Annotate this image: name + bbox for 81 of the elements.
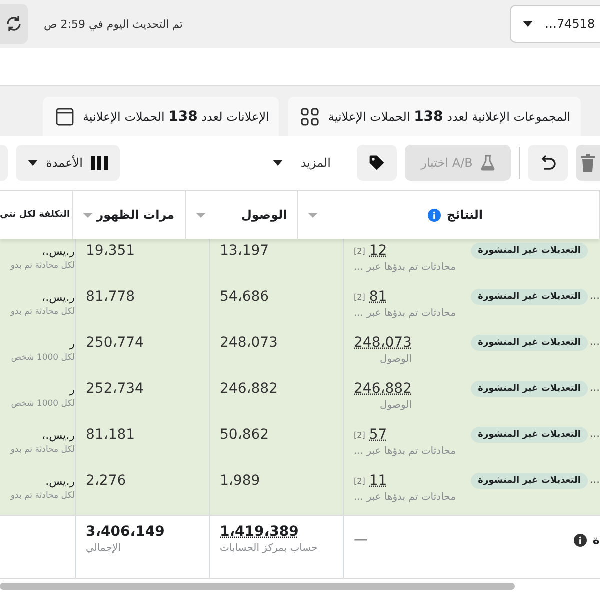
impressions-value: 19،351 — [86, 243, 136, 259]
reach-value: 246،882 — [220, 381, 278, 397]
impressions-value: 250،774 — [86, 335, 144, 351]
status-badge: التعديلات غير المنشورة — [471, 243, 588, 259]
results-value[interactable]: 57 — [369, 427, 388, 443]
total-caption: حساب بمركز الحسابات — [220, 543, 318, 554]
results-value[interactable]: 248،073 — [354, 335, 412, 351]
ad-name[interactable]: … — [588, 429, 600, 440]
last-updated-text: تم التحديث اليوم في 2:59 ص — [44, 18, 183, 30]
reach-value: 54،686 — [220, 289, 270, 305]
grid-icon — [300, 106, 320, 126]
trash-icon — [581, 154, 595, 172]
info-icon — [574, 534, 587, 546]
more-dropdown[interactable]: المزيد — [272, 156, 331, 170]
footnote-mark: [2] — [354, 476, 366, 486]
caret-icon — [28, 160, 38, 166]
reach-value: 1،989 — [220, 473, 260, 489]
caret-icon — [523, 21, 533, 27]
impressions-value: 81،181 — [86, 427, 136, 443]
total-results: — — [354, 532, 368, 548]
columns-button[interactable]: الأعمدة — [16, 145, 120, 181]
refresh-icon — [5, 15, 23, 33]
impressions-value: 81،778 — [86, 289, 136, 305]
ad-name[interactable]: … — [588, 291, 600, 302]
flask-icon — [480, 155, 495, 171]
refresh-button[interactable] — [0, 4, 28, 44]
total-label: ة — [592, 533, 600, 547]
cost-caption: لكل 1000 شخص — [11, 399, 75, 409]
cost-caption: لكل محادثة تم بدو — [10, 491, 75, 501]
ad-name[interactable]: … — [588, 475, 600, 486]
sort-caret-icon — [83, 212, 94, 218]
undo-icon — [539, 155, 557, 171]
total-impressions: 3،406،149 — [86, 524, 165, 540]
results-value[interactable]: 11 — [369, 473, 388, 489]
impressions-value: 252،734 — [86, 381, 144, 397]
results-caption: محادثات تم بدؤها عبر ... — [354, 308, 456, 319]
reach-value: 248،073 — [220, 335, 278, 351]
cost-value: ر.يس.، — [42, 245, 75, 258]
status-badge: التعديلات غير المنشورة — [471, 473, 588, 489]
scrollbar-thumb[interactable] — [0, 583, 515, 590]
cost-caption: لكل محادثة تم بدو — [10, 261, 75, 271]
results-caption: محادثات تم بدؤها عبر ... — [354, 262, 456, 273]
cost-value: ر — [70, 337, 75, 350]
reach-value: 50،862 — [220, 427, 270, 443]
results-value[interactable]: 81 — [369, 289, 388, 305]
status-badge: التعديلات غير المنشورة — [471, 381, 588, 397]
cost-value: ر.يس.، — [42, 291, 75, 304]
window-icon — [55, 106, 75, 126]
sort-caret-icon — [308, 212, 318, 218]
results-value[interactable]: 246،882 — [354, 381, 412, 397]
total-reach: 1،419،389 — [220, 524, 299, 540]
status-badge: التعديلات غير المنشورة — [471, 335, 588, 351]
cost-caption: لكل محادثة تم بدو — [10, 307, 75, 317]
status-badge: التعديلات غير المنشورة — [471, 289, 588, 305]
columns-icon — [90, 156, 108, 170]
ad-name[interactable]: … — [588, 337, 600, 348]
results-caption: الوصول — [379, 354, 412, 365]
cost-value: ر — [70, 383, 75, 396]
caret-icon — [272, 160, 283, 166]
sort-caret-icon — [196, 212, 206, 218]
ad-name[interactable]: … — [588, 383, 600, 394]
undo-button[interactable] — [528, 145, 568, 181]
status-badge: التعديلات غير المنشورة — [471, 427, 588, 443]
impressions-value: 2،276 — [86, 473, 126, 489]
cost-value: ر.يس. — [46, 475, 75, 488]
delete-button[interactable] — [576, 145, 600, 181]
cost-caption: لكل محادثة تم بدو — [10, 445, 75, 455]
results-caption: محادثات تم بدؤها عبر ... — [354, 492, 456, 503]
tag-icon — [368, 154, 386, 172]
account-dropdown[interactable]: …74518 — [510, 5, 600, 43]
tag-button[interactable] — [357, 145, 397, 181]
total-caption: الإجمالي — [86, 543, 121, 554]
cost-caption: لكل 1000 شخص — [11, 353, 75, 363]
results-value[interactable]: 12 — [369, 243, 388, 259]
results-caption: الوصول — [379, 400, 412, 411]
footnote-mark: [2] — [354, 292, 366, 302]
footnote-mark: [2] — [354, 430, 366, 440]
results-caption: محادثات تم بدؤها عبر ... — [354, 446, 456, 457]
reach-value: 13،197 — [220, 243, 270, 259]
footnote-mark: [2] — [354, 246, 366, 256]
cost-value: ر.يس.، — [42, 429, 75, 442]
